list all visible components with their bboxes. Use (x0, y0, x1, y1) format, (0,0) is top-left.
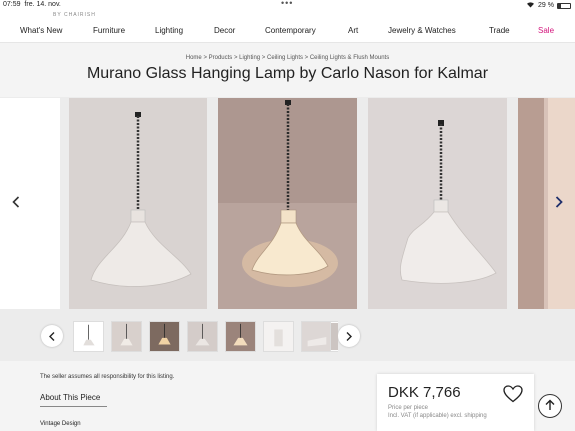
carousel-photo-previous[interactable] (0, 98, 60, 309)
thumbnail[interactable] (301, 321, 332, 352)
multitask-dots-icon[interactable]: ••• (281, 0, 293, 8)
vat-note: Incl. VAT (if applicable) excl. shipping (388, 413, 487, 419)
nav-item-art[interactable]: Art (348, 26, 358, 35)
chevron-left-icon[interactable] (12, 196, 20, 211)
price-box: DKK 7,766 Price per piece Incl. VAT (if … (377, 374, 534, 431)
status-right: 29 % (526, 1, 571, 10)
carousel-photo-1[interactable] (69, 98, 207, 309)
image-carousel[interactable] (0, 97, 575, 311)
thumbnail[interactable] (187, 321, 218, 352)
thumbnail[interactable] (225, 321, 256, 352)
page-title: Murano Glass Hanging Lamp by Carlo Nason… (86, 65, 489, 82)
brand-bar: BY CHAIRISH (0, 11, 575, 19)
arrow-up-icon (545, 399, 555, 414)
nav-item-jewelry-watches[interactable]: Jewelry & Watches (388, 26, 456, 35)
breadcrumb[interactable]: Home > Products > Lighting > Ceiling Lig… (0, 55, 575, 61)
seller-notice: The seller assumes all responsibility fo… (40, 374, 175, 380)
battery-percent: 29 % (538, 2, 554, 9)
wifi-icon (526, 1, 535, 10)
nav-item-whats-new[interactable]: What's New (20, 26, 62, 35)
status-bar: 07:59 fre. 14. nov. ••• 29 % (0, 0, 575, 11)
about-heading[interactable]: About This Piece (40, 393, 100, 402)
nav-item-sale[interactable]: Sale (538, 26, 554, 35)
price-note: Price per piece (388, 405, 429, 411)
section-heading: Vintage Design (40, 421, 81, 427)
thumbnail[interactable] (111, 321, 142, 352)
carousel-photo-4[interactable] (518, 98, 575, 309)
thumbnail-prev-button[interactable] (41, 325, 63, 347)
nav-item-furniture[interactable]: Furniture (93, 26, 125, 35)
thumbnail[interactable] (263, 321, 294, 352)
nav-item-contemporary[interactable]: Contemporary (265, 26, 316, 35)
carousel-photo-2[interactable] (218, 98, 357, 309)
carousel-photo-3[interactable] (368, 98, 507, 309)
brand-tagline: BY CHAIRISH (53, 12, 96, 18)
thumbnail-next-button[interactable] (338, 325, 360, 347)
battery-icon (557, 2, 571, 9)
nav-item-trade[interactable]: Trade (489, 26, 510, 35)
nav-item-decor[interactable]: Decor (214, 26, 235, 35)
chevron-right-icon[interactable] (555, 196, 563, 211)
about-underline (40, 406, 107, 407)
heart-icon[interactable] (503, 385, 523, 403)
status-time: 07:59 fre. 14. nov. (3, 1, 61, 8)
main-nav: What's New Furniture Lighting Decor Cont… (0, 19, 575, 43)
scroll-to-top-button[interactable] (538, 394, 562, 418)
nav-item-lighting[interactable]: Lighting (155, 26, 183, 35)
price: DKK 7,766 (388, 384, 461, 401)
thumbnail[interactable] (330, 321, 338, 352)
thumbnail[interactable] (149, 321, 180, 352)
thumbnail[interactable] (73, 321, 104, 352)
